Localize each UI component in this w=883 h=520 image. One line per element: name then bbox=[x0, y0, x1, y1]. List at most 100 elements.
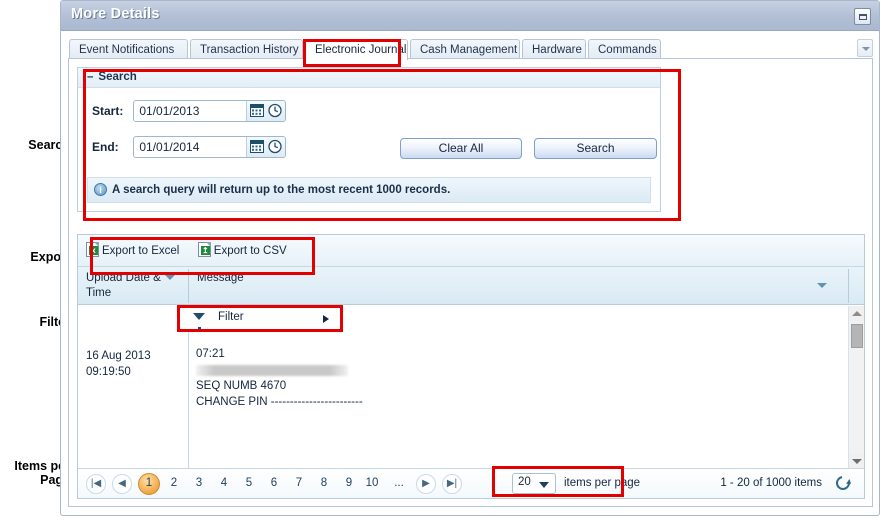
next-page-button[interactable]: ▶ bbox=[416, 474, 436, 494]
chevron-right-icon bbox=[323, 315, 329, 323]
csv-document-icon: ↥ bbox=[197, 242, 211, 258]
tab-label: Transaction History bbox=[200, 44, 299, 56]
search-info-bar: i A search query will return up to the mo… bbox=[87, 177, 651, 203]
export-to-csv-button[interactable]: ↥ Export to CSV bbox=[197, 242, 287, 258]
info-icon: i bbox=[94, 183, 107, 197]
first-page-button[interactable]: |◀ bbox=[86, 474, 106, 494]
page-8[interactable]: 8 bbox=[316, 477, 332, 489]
clear-all-button[interactable]: Clear All bbox=[400, 138, 522, 159]
tab-hardware[interactable]: Hardware bbox=[522, 39, 586, 60]
tab-overflow-chevron-down-icon[interactable] bbox=[857, 39, 873, 57]
start-date-label: Start: bbox=[92, 104, 124, 118]
export-to-excel-button[interactable]: x Export to Excel bbox=[86, 242, 180, 258]
csv-glyph: ↥ bbox=[200, 246, 210, 256]
grid-column-headers: Upload Date & Time Message bbox=[78, 267, 864, 305]
tab-cash-management[interactable]: Cash Management bbox=[410, 39, 520, 60]
tab-bar: Event Notifications Transaction History … bbox=[61, 31, 879, 60]
message-line-4: CHANGE PIN ------------------------ bbox=[196, 396, 363, 408]
column-header-upload-date-time[interactable]: Upload Date & Time bbox=[78, 267, 188, 305]
redacted-message-line bbox=[196, 365, 348, 376]
row-time: 09:19:50 bbox=[86, 366, 131, 378]
message-line-3: SEQ NUMB 4670 bbox=[196, 380, 287, 392]
search-button[interactable]: Search bbox=[534, 138, 657, 159]
restore-window-icon[interactable] bbox=[854, 8, 871, 25]
search-panel-title: Search bbox=[98, 71, 137, 83]
refresh-icon[interactable] bbox=[833, 473, 853, 493]
tab-label: Electronic Journal bbox=[315, 44, 407, 56]
tab-transaction-history[interactable]: Transaction History bbox=[190, 39, 303, 60]
page-6[interactable]: 6 bbox=[266, 477, 282, 489]
start-date-row: Start: 01/01/2013 bbox=[92, 100, 286, 122]
previous-page-icon: ◀ bbox=[118, 478, 126, 489]
tab-electronic-journal[interactable]: Electronic Journal bbox=[305, 39, 408, 60]
journal-grid: x Export to Excel ↥ Export to CSV Upload… bbox=[77, 234, 865, 499]
row-date: 16 Aug 2013 bbox=[86, 350, 151, 362]
excel-document-icon: x bbox=[86, 242, 99, 258]
filter-menu-label: Filter bbox=[218, 311, 244, 323]
grid-vertical-scrollbar[interactable] bbox=[848, 306, 864, 469]
page-9[interactable]: 9 bbox=[341, 477, 357, 489]
tab-label: Hardware bbox=[532, 44, 582, 56]
start-date-field[interactable]: 01/01/2013 bbox=[133, 100, 286, 122]
cell-message: 08/13/13 07:21 SEQ NUMB 4670 CHANGE PIN … bbox=[196, 316, 363, 410]
filter-funnel-icon bbox=[193, 313, 205, 332]
clock-icon[interactable] bbox=[268, 139, 282, 157]
end-date-label: End: bbox=[92, 140, 119, 154]
tab-commands[interactable]: Commands bbox=[588, 39, 661, 60]
column-header-label: Message bbox=[197, 272, 244, 284]
scroll-down-arrow-icon[interactable] bbox=[849, 454, 864, 469]
start-date-input[interactable]: 01/01/2013 bbox=[134, 101, 247, 121]
scroll-up-arrow-icon[interactable] bbox=[849, 306, 864, 321]
end-date-field[interactable]: 01/01/2014 bbox=[133, 136, 286, 158]
export-to-excel-label: Export to Excel bbox=[102, 245, 180, 258]
first-page-icon: |◀ bbox=[90, 478, 102, 489]
page-current-label: 1 bbox=[145, 477, 153, 489]
page-title: More Details bbox=[71, 6, 160, 22]
collapse-toggle-icon[interactable]: – bbox=[87, 71, 93, 83]
tab-label: Commands bbox=[598, 44, 657, 56]
calendar-icon[interactable] bbox=[250, 139, 265, 157]
next-page-icon: ▶ bbox=[422, 478, 430, 489]
grid-body: 16 Aug 2013 09:19:50 08/13/13 07:21 SEQ … bbox=[78, 306, 864, 469]
row-column-divider bbox=[188, 306, 189, 469]
clock-icon[interactable] bbox=[268, 103, 282, 121]
cell-upload-date-time: 16 Aug 2013 09:19:50 bbox=[86, 348, 151, 380]
tab-label: Cash Management bbox=[420, 44, 518, 56]
page-current[interactable]: 1 bbox=[138, 473, 160, 495]
table-row[interactable]: 16 Aug 2013 09:19:50 08/13/13 07:21 SEQ … bbox=[78, 306, 864, 469]
column-header-label: Upload Date & Time bbox=[86, 272, 161, 299]
page-10[interactable]: 10 bbox=[364, 477, 380, 489]
column-menu-chevron-down-icon[interactable] bbox=[165, 275, 175, 280]
previous-page-button[interactable]: ◀ bbox=[112, 474, 132, 494]
items-per-page-select[interactable]: 20 bbox=[512, 473, 556, 494]
chevron-down-icon bbox=[539, 482, 549, 488]
page-2[interactable]: 2 bbox=[166, 477, 182, 489]
calendar-icon[interactable] bbox=[250, 103, 265, 121]
scrollbar-thumb[interactable] bbox=[851, 324, 863, 348]
column-header-message[interactable]: Message bbox=[189, 267, 848, 305]
grid-toolbar: x Export to Excel ↥ Export to CSV bbox=[78, 235, 864, 267]
search-info-text: A search query will return up to the mos… bbox=[112, 184, 451, 196]
page-7[interactable]: 7 bbox=[291, 477, 307, 489]
filter-menu[interactable]: Filter bbox=[178, 306, 342, 332]
items-per-page-label: items per page bbox=[564, 477, 641, 489]
search-panel: – Search Start: 01/01/2013 End: 01/01/20… bbox=[77, 67, 661, 212]
column-menu-chevron-down-icon[interactable] bbox=[817, 283, 827, 288]
page-4[interactable]: 4 bbox=[216, 477, 232, 489]
grid-pager: |◀ ◀ 1 2 3 4 5 6 7 8 9 10 ... ▶ ▶| 20 it… bbox=[78, 468, 864, 498]
tab-label: Event Notifications bbox=[79, 44, 175, 56]
search-panel-header[interactable]: – Search bbox=[78, 68, 660, 88]
tab-event-notifications[interactable]: Event Notifications bbox=[69, 39, 188, 60]
end-date-input[interactable]: 01/01/2014 bbox=[134, 137, 247, 157]
page-5[interactable]: 5 bbox=[241, 477, 257, 489]
window-titlebar: More Details bbox=[61, 1, 879, 31]
last-page-icon: ▶| bbox=[446, 478, 458, 489]
end-date-buttons bbox=[246, 137, 285, 157]
page-3[interactable]: 3 bbox=[191, 477, 207, 489]
end-date-row: End: 01/01/2014 bbox=[92, 136, 286, 158]
excel-glyph: x bbox=[89, 246, 98, 256]
last-page-button[interactable]: ▶| bbox=[442, 474, 462, 494]
column-divider bbox=[848, 269, 849, 303]
items-per-page-value: 20 bbox=[518, 476, 531, 488]
tab-content-panel: – Search Start: 01/01/2013 End: 01/01/20… bbox=[68, 58, 873, 507]
